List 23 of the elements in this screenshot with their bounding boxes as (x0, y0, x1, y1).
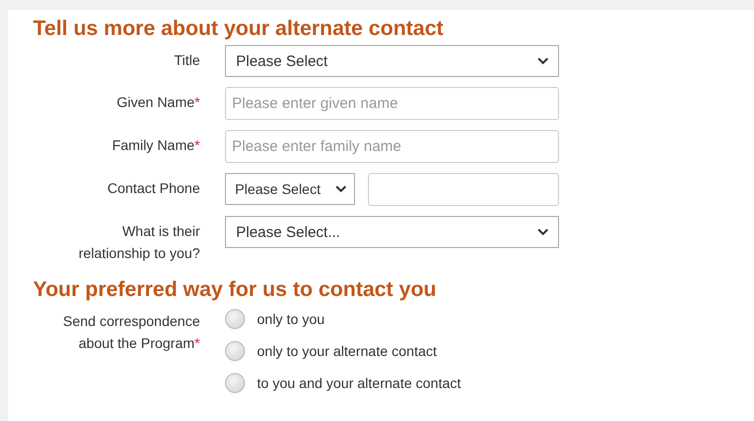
phone-field[interactable] (368, 173, 559, 206)
radio-button[interactable] (225, 341, 245, 361)
option-label: only to your alternate contact (257, 343, 437, 359)
select-field[interactable]: Please Select (225, 173, 355, 205)
chevron-icon (537, 57, 549, 65)
radio-button[interactable] (225, 309, 245, 329)
chevron-icon (537, 228, 549, 236)
field-label: What is their relationship to you? (78, 222, 200, 263)
radio-button[interactable] (225, 373, 245, 393)
field-label: Given Name* (116, 93, 200, 112)
field-label: Send correspondence about the Program* (62, 312, 200, 353)
text-field[interactable]: Please enter family name (225, 130, 559, 163)
select-field[interactable]: Please Select... (225, 216, 559, 248)
section-heading: Tell us more about your alternate contact (33, 17, 444, 41)
text-field[interactable]: Please enter given name (225, 87, 559, 120)
field-label: Contact Phone (107, 179, 200, 198)
section-heading: Your preferred way for us to contact you (33, 278, 438, 302)
option-label: only to you (257, 311, 325, 327)
select-field[interactable]: Please Select (225, 45, 559, 77)
field-label: Title (174, 51, 200, 70)
chevron-icon (335, 185, 347, 193)
option-label: to you and your alternate contact (257, 375, 461, 391)
field-label: Family Name* (112, 136, 200, 155)
